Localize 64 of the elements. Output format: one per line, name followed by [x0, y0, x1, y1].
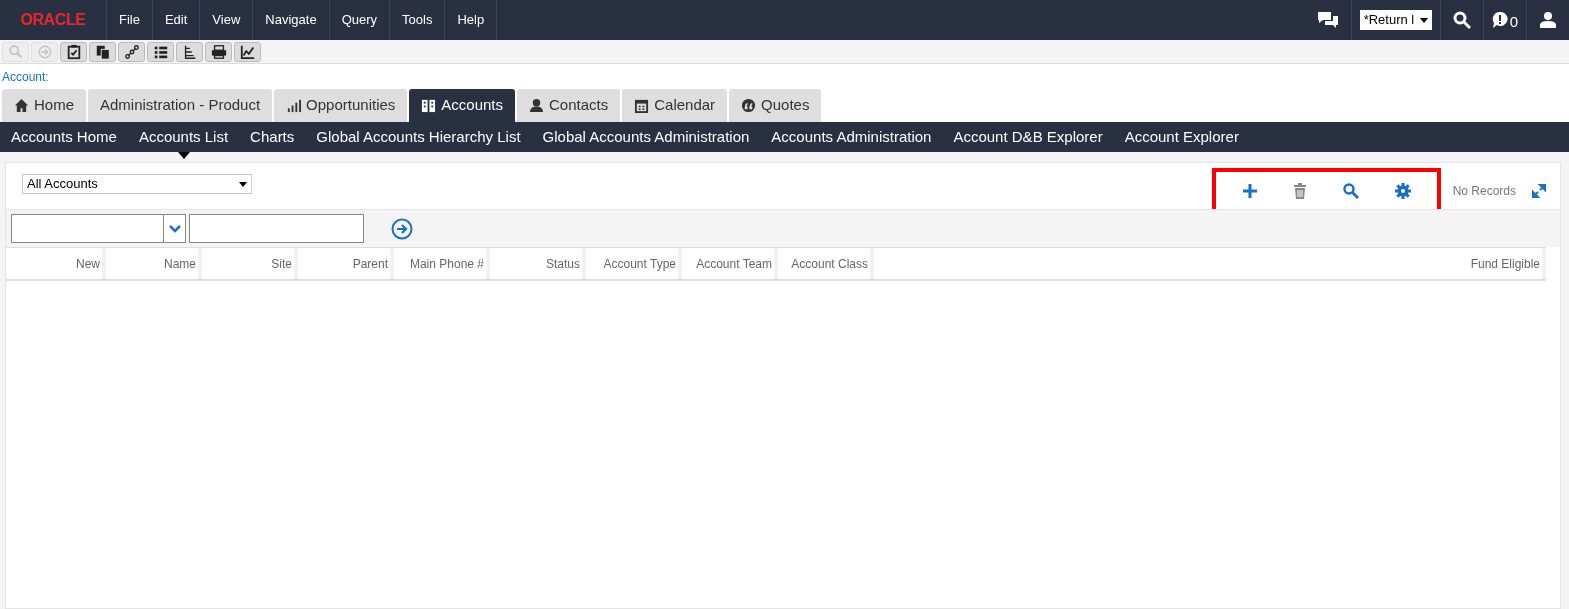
toolbar-button[interactable] — [234, 41, 261, 62]
query-value-field[interactable] — [189, 214, 364, 243]
clipboard-check-icon — [65, 43, 82, 60]
tab[interactable]: Accounts — [409, 89, 515, 122]
caret-icon — [239, 181, 247, 187]
person-icon — [529, 98, 544, 113]
column-header[interactable]: Account Class — [774, 248, 870, 279]
search-icon[interactable] — [1452, 11, 1471, 29]
breadcrumb-label: Account: — [1, 68, 49, 86]
toolbar-button[interactable] — [89, 41, 116, 62]
search-icon — [7, 43, 24, 60]
bar-chart-icon — [286, 98, 302, 113]
notification-count: 0 — [1509, 11, 1518, 32]
subtab[interactable]: Accounts Administration — [760, 122, 943, 152]
return-dropdown[interactable]: *Return l — [1359, 10, 1432, 30]
trash-icon[interactable] — [1293, 183, 1308, 199]
quote-icon — [741, 98, 757, 113]
tab[interactable]: Calendar — [622, 89, 728, 122]
printer-icon — [210, 43, 227, 60]
tab[interactable]: Contacts — [517, 89, 621, 122]
expand-icon[interactable] — [1532, 184, 1546, 198]
toolbar-button[interactable] — [205, 41, 232, 62]
caret-icon — [1419, 17, 1428, 23]
linked-dots-icon — [123, 43, 140, 60]
query-field-dropdown[interactable] — [11, 214, 186, 243]
add-icon[interactable] — [1241, 183, 1258, 199]
toolbar-button[interactable] — [60, 41, 87, 62]
column-header[interactable]: Fund Eligible — [1456, 248, 1546, 279]
column-header[interactable]: Parent — [294, 248, 390, 279]
chat-icon[interactable] — [1316, 11, 1339, 29]
column-header[interactable]: Account Type — [582, 248, 678, 279]
subtab[interactable]: Global Accounts Administration — [531, 122, 761, 152]
subtab[interactable]: Account D&B Explorer — [942, 122, 1114, 152]
visibility-dropdown[interactable]: All Accounts — [22, 174, 252, 194]
selected-pointer-icon — [177, 152, 190, 159]
subtab[interactable]: Accounts Home — [0, 122, 128, 152]
column-header[interactable]: Name — [102, 248, 198, 279]
column-header[interactable]: Site — [198, 248, 294, 279]
column-header[interactable]: New — [6, 248, 102, 279]
user-icon[interactable] — [1539, 11, 1557, 29]
tab[interactable]: Opportunities — [274, 89, 408, 122]
tab[interactable]: Administration - Product — [88, 89, 273, 122]
copy-icon — [94, 43, 111, 60]
line-chart-icon — [239, 43, 256, 60]
calendar-icon — [634, 98, 650, 113]
toolbar-button[interactable] — [176, 41, 203, 62]
subtab[interactable]: Account Explorer — [1113, 122, 1250, 152]
record-count: No Records — [1452, 183, 1516, 200]
column-header[interactable]: Main Phone # — [390, 248, 486, 279]
column-header[interactable]: Status — [486, 248, 582, 279]
chevron-icon — [168, 224, 181, 233]
oracle-logo: ORACLE — [20, 10, 86, 30]
column-header[interactable]: Account Team — [678, 248, 774, 279]
settings-icon[interactable] — [1394, 183, 1411, 199]
alert-bubble-icon[interactable] — [1491, 11, 1508, 29]
tab[interactable]: Home — [2, 89, 86, 122]
subtab[interactable]: Global Accounts Hierarchy List — [305, 122, 532, 152]
buildings-icon — [421, 98, 437, 113]
home-icon — [14, 98, 29, 113]
subtab[interactable]: Charts — [239, 122, 306, 152]
toolbar-button[interactable] — [147, 41, 174, 62]
tab[interactable]: Quotes — [729, 89, 822, 122]
subtab[interactable]: Accounts List — [127, 122, 240, 152]
toolbar-button[interactable] — [118, 41, 145, 62]
